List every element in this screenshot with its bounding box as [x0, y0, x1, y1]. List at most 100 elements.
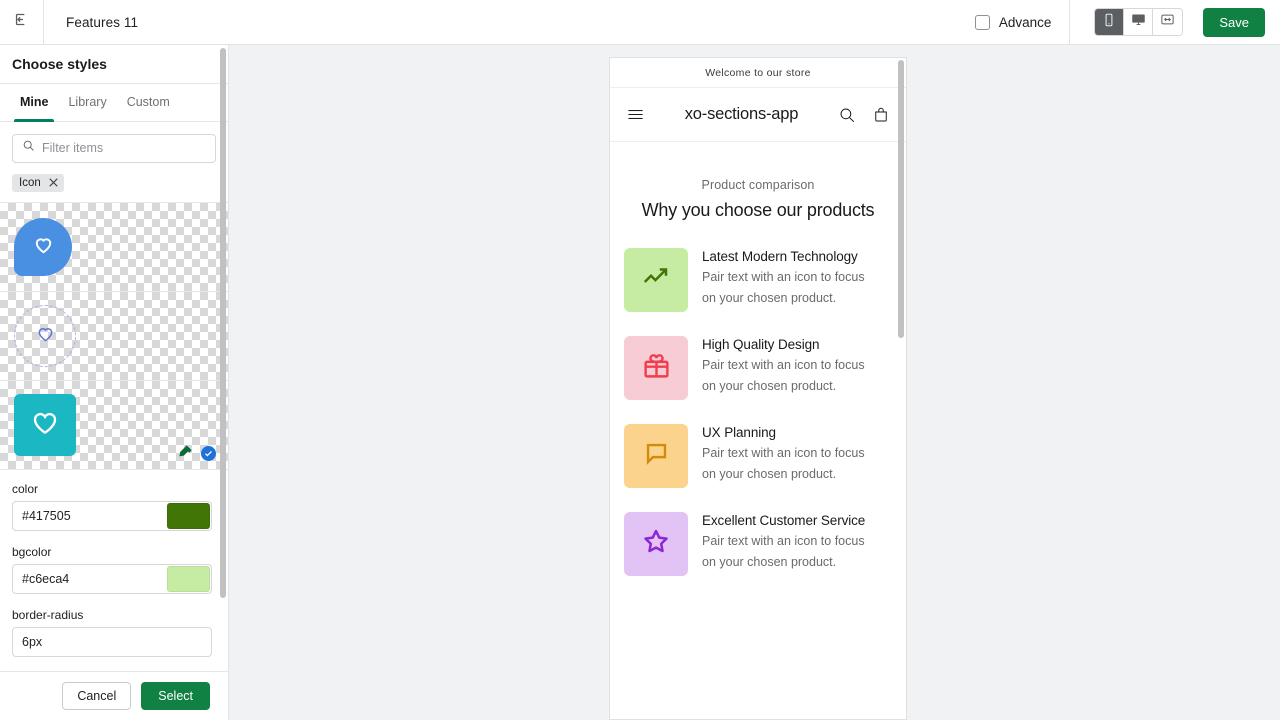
- device-preview-switcher: [1094, 8, 1184, 36]
- feature-title: Latest Modern Technology: [702, 248, 858, 264]
- style-swatch-list: [0, 201, 228, 470]
- preview-scrollbar[interactable]: [898, 60, 904, 338]
- toolbar-right: Advance Save: [965, 0, 1280, 45]
- active-filters: Icon: [0, 163, 228, 192]
- feature-body: Pair text with an icon to focus on your …: [702, 269, 865, 306]
- filter-items-input[interactable]: [42, 141, 192, 156]
- swatch-shape-rounded-square: [14, 393, 76, 456]
- feature-list: Latest Modern Technology Pair text with …: [610, 222, 906, 576]
- cancel-button[interactable]: Cancel: [62, 681, 132, 710]
- gift-icon: [642, 351, 671, 385]
- feature-icon-box: [624, 423, 688, 488]
- panel-footer: Cancel Select: [0, 670, 228, 720]
- feature-title: UX Planning: [702, 424, 776, 440]
- heart-icon: [35, 323, 56, 349]
- close-icon[interactable]: [49, 177, 58, 189]
- feature-body: Pair text with an icon to focus on your …: [702, 357, 865, 394]
- heart-icon: [32, 233, 55, 261]
- border-radius-input-wrap[interactable]: [12, 626, 212, 657]
- feature-icon-box: [624, 247, 688, 312]
- feature-item[interactable]: High Quality Design Pair text with an ic…: [624, 335, 892, 400]
- swatch-shape-pin: [14, 217, 72, 276]
- check-circle-icon[interactable]: [201, 446, 216, 462]
- field-label-color: color: [12, 481, 39, 496]
- panel-header: Choose styles: [0, 45, 228, 84]
- filter-search-box[interactable]: [12, 133, 216, 163]
- advance-toggle[interactable]: Advance: [965, 0, 1071, 45]
- swatch-badges: [178, 444, 216, 464]
- hamburger-menu-icon[interactable]: [626, 105, 645, 124]
- style-properties: color bgcolor border-radius: [0, 470, 228, 671]
- announcement-bar: Welcome to our store: [610, 58, 906, 88]
- color-preview-swatch[interactable]: [167, 502, 210, 529]
- filter-chip-label: Icon: [19, 176, 41, 189]
- style-swatch-teal-square[interactable]: [0, 380, 228, 470]
- color-input[interactable]: [13, 508, 153, 523]
- trending-up-icon: [641, 262, 671, 297]
- star-icon: [641, 526, 671, 561]
- feature-text: Excellent Customer Service Pair text wit…: [702, 512, 874, 576]
- exit-icon: [13, 11, 30, 33]
- field-label-bgcolor: bgcolor: [12, 544, 52, 559]
- mobile-icon: [1102, 13, 1116, 32]
- filter-row: [0, 122, 228, 163]
- feature-icon-box: [624, 335, 688, 400]
- feature-title: High Quality Design: [702, 336, 820, 352]
- device-mobile-button[interactable]: [1095, 9, 1125, 35]
- style-swatch-outline-circle[interactable]: [0, 291, 228, 381]
- feature-icon-box: [624, 511, 688, 576]
- device-fullwidth-button[interactable]: [1153, 9, 1183, 35]
- choose-styles-panel: Choose styles Mine Library Custom Icon: [0, 45, 229, 720]
- field-color: color: [12, 482, 212, 531]
- bgcolor-preview-swatch[interactable]: [167, 565, 210, 592]
- cart-icon[interactable]: [872, 106, 890, 124]
- swatch-shape-dashed-circle: [14, 304, 76, 367]
- search-icon[interactable]: [838, 106, 856, 124]
- field-label-border-radius: border-radius: [12, 607, 84, 622]
- field-bgcolor: bgcolor: [12, 545, 212, 594]
- style-swatch-blue-pin[interactable]: [0, 202, 228, 292]
- feature-title: Excellent Customer Service: [702, 512, 866, 528]
- store-header: xo-sections-app: [610, 88, 906, 142]
- bgcolor-input[interactable]: [13, 571, 153, 586]
- feature-item[interactable]: Excellent Customer Service Pair text wit…: [624, 511, 892, 576]
- select-button[interactable]: Select: [141, 681, 210, 710]
- tab-library[interactable]: Library: [58, 84, 116, 121]
- section-title: Why you choose our products: [641, 200, 875, 220]
- fullwidth-icon: [1160, 12, 1175, 32]
- page-title: Features 11: [66, 14, 139, 30]
- advance-label: Advance: [998, 14, 1052, 30]
- desktop-icon: [1131, 12, 1146, 32]
- bgcolor-input-wrap[interactable]: [12, 563, 212, 594]
- device-desktop-button[interactable]: [1124, 9, 1154, 35]
- panel-title: Choose styles: [12, 55, 107, 72]
- exit-button[interactable]: [0, 0, 44, 44]
- border-radius-input[interactable]: [13, 634, 153, 649]
- color-input-wrap[interactable]: [12, 500, 212, 531]
- panel-tabs: Mine Library Custom: [0, 84, 228, 122]
- feature-item[interactable]: UX Planning Pair text with an icon to fo…: [624, 423, 892, 488]
- heart-icon: [30, 407, 60, 442]
- editor-canvas: Welcome to our store xo-sections-app Pro…: [229, 45, 1280, 720]
- feature-text: High Quality Design Pair text with an ic…: [702, 336, 874, 400]
- feature-text: Latest Modern Technology Pair text with …: [702, 248, 874, 312]
- feature-body: Pair text with an icon to focus on your …: [702, 445, 865, 482]
- section-heading-block: Product comparison Why you choose our pr…: [610, 142, 906, 222]
- tab-custom[interactable]: Custom: [117, 84, 180, 121]
- store-name: xo-sections-app: [684, 105, 799, 123]
- section-eyebrow: Product comparison: [701, 178, 815, 192]
- feature-item[interactable]: Latest Modern Technology Pair text with …: [624, 247, 892, 312]
- save-button[interactable]: Save: [1203, 7, 1265, 37]
- advance-checkbox[interactable]: [974, 14, 990, 30]
- top-toolbar: Features 11 Advance Save: [0, 0, 1280, 45]
- chat-bubble-icon: [642, 439, 671, 473]
- feature-text: UX Planning Pair text with an icon to fo…: [702, 424, 874, 488]
- feature-body: Pair text with an icon to focus on your …: [702, 533, 865, 570]
- filter-chip-icon[interactable]: Icon: [12, 173, 64, 192]
- search-icon: [13, 139, 42, 157]
- paint-edit-icon[interactable]: [178, 444, 193, 464]
- field-border-radius: border-radius: [12, 608, 212, 657]
- tab-mine[interactable]: Mine: [10, 84, 58, 122]
- panel-scrollbar[interactable]: [220, 48, 226, 598]
- store-preview-frame: Welcome to our store xo-sections-app Pro…: [609, 57, 907, 720]
